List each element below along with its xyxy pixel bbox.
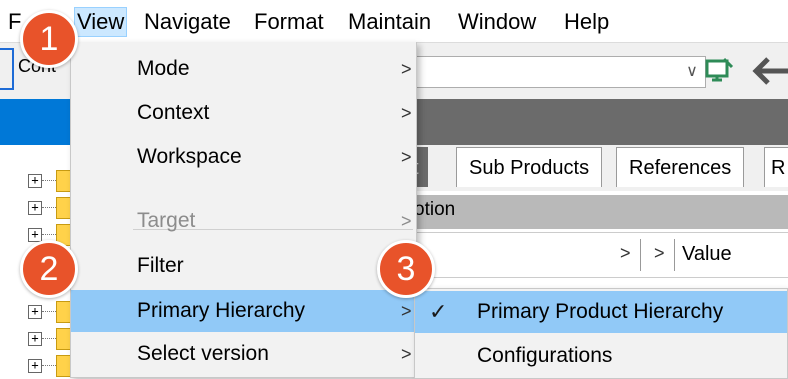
step-callout-1: 1 <box>20 10 78 68</box>
expand-icon[interactable]: + <box>28 201 42 215</box>
menu-item-label: Context <box>137 101 210 124</box>
left-panel-selector[interactable] <box>0 48 14 90</box>
tab-references[interactable]: References <box>616 147 745 187</box>
menu-help[interactable]: Help <box>562 8 611 36</box>
menu-item-mode[interactable]: Mode > <box>71 48 416 90</box>
chevron-right-icon[interactable]: > <box>654 243 665 264</box>
column-divider[interactable] <box>674 239 675 271</box>
submenu-arrow-icon: > <box>401 344 412 364</box>
chevron-right-icon[interactable]: > <box>620 243 631 264</box>
screen-edit-icon[interactable] <box>704 55 734 87</box>
submenu-arrow-icon: > <box>401 103 412 123</box>
tree-connector <box>42 338 56 339</box>
view-menu: Mode > Context > Workspace > Target > Fi… <box>70 42 417 378</box>
expand-icon[interactable]: + <box>28 305 42 319</box>
step-callout-3: 3 <box>377 240 435 298</box>
submenu-item-label: Configurations <box>477 344 613 367</box>
detail-title-bar <box>414 99 788 145</box>
tab-sub-products[interactable]: Sub Products <box>456 147 603 187</box>
back-arrow-icon[interactable] <box>750 55 788 87</box>
menu-bar: F View Navigate Format Maintain Window H… <box>0 0 788 43</box>
menu-item-workspace[interactable]: Workspace > <box>71 136 416 178</box>
tree-connector <box>42 207 56 208</box>
menu-item-target: Target > <box>71 200 416 242</box>
tab-more[interactable]: R <box>764 147 788 187</box>
menu-maintain[interactable]: Maintain <box>346 8 433 36</box>
description-header-label: otion <box>414 199 456 220</box>
tree-node[interactable]: + <box>28 301 72 323</box>
menu-view[interactable]: View <box>74 7 128 37</box>
submenu-arrow-icon: > <box>401 147 412 167</box>
menu-item-label: Primary Hierarchy <box>137 299 306 322</box>
expand-icon[interactable]: + <box>28 359 42 373</box>
tree-node[interactable]: + <box>28 355 72 377</box>
menu-item-label: Target <box>137 209 196 232</box>
tree-node[interactable]: + <box>28 197 72 219</box>
expand-icon[interactable]: + <box>28 332 42 346</box>
menu-item-context[interactable]: Context > <box>71 92 416 134</box>
menu-item-filter[interactable]: Filter <box>71 245 416 287</box>
expand-icon[interactable]: + <box>28 174 42 188</box>
context-combobox[interactable]: ∨ <box>414 56 706 88</box>
tree-connector <box>42 365 56 366</box>
expand-icon[interactable]: + <box>28 228 42 242</box>
column-divider[interactable] <box>640 239 641 271</box>
menu-item-label: Workspace <box>137 145 242 168</box>
submenu-item-label: Primary Product Hierarchy <box>477 300 724 323</box>
tree-connector <box>42 311 56 312</box>
menu-format[interactable]: Format <box>252 8 326 36</box>
chevron-down-icon[interactable]: ∨ <box>681 59 703 85</box>
tree-node[interactable]: + <box>28 328 72 350</box>
primary-hierarchy-submenu: ✓ Primary Product Hierarchy Configuratio… <box>414 288 788 379</box>
menu-navigate[interactable]: Navigate <box>142 8 233 36</box>
panel-title-bar <box>0 99 75 145</box>
submenu-arrow-icon: > <box>401 211 412 231</box>
menu-item-primary-hierarchy[interactable]: Primary Hierarchy > <box>71 290 416 332</box>
description-header: otion <box>414 195 788 229</box>
menu-item-select-version[interactable]: Select version > <box>71 333 416 375</box>
check-icon: ✓ <box>429 299 448 324</box>
menu-item-label: Mode <box>137 57 190 80</box>
value-column-header[interactable]: Value <box>682 243 732 266</box>
tree-connector <box>42 180 56 181</box>
tree-node[interactable]: + <box>28 170 72 192</box>
menu-item-label: Filter <box>137 254 184 277</box>
tab-strip: t Sub Products References R <box>404 145 788 191</box>
attribute-column-header: > > Value <box>414 232 788 278</box>
tree-connector <box>42 234 56 235</box>
step-callout-2: 2 <box>20 240 78 298</box>
submenu-arrow-icon: > <box>401 59 412 79</box>
submenu-item-configurations[interactable]: Configurations <box>415 335 787 377</box>
menu-item-label: Select version <box>137 342 269 365</box>
submenu-item-primary-product-hierarchy[interactable]: ✓ Primary Product Hierarchy <box>415 291 787 333</box>
menu-window[interactable]: Window <box>456 8 538 36</box>
